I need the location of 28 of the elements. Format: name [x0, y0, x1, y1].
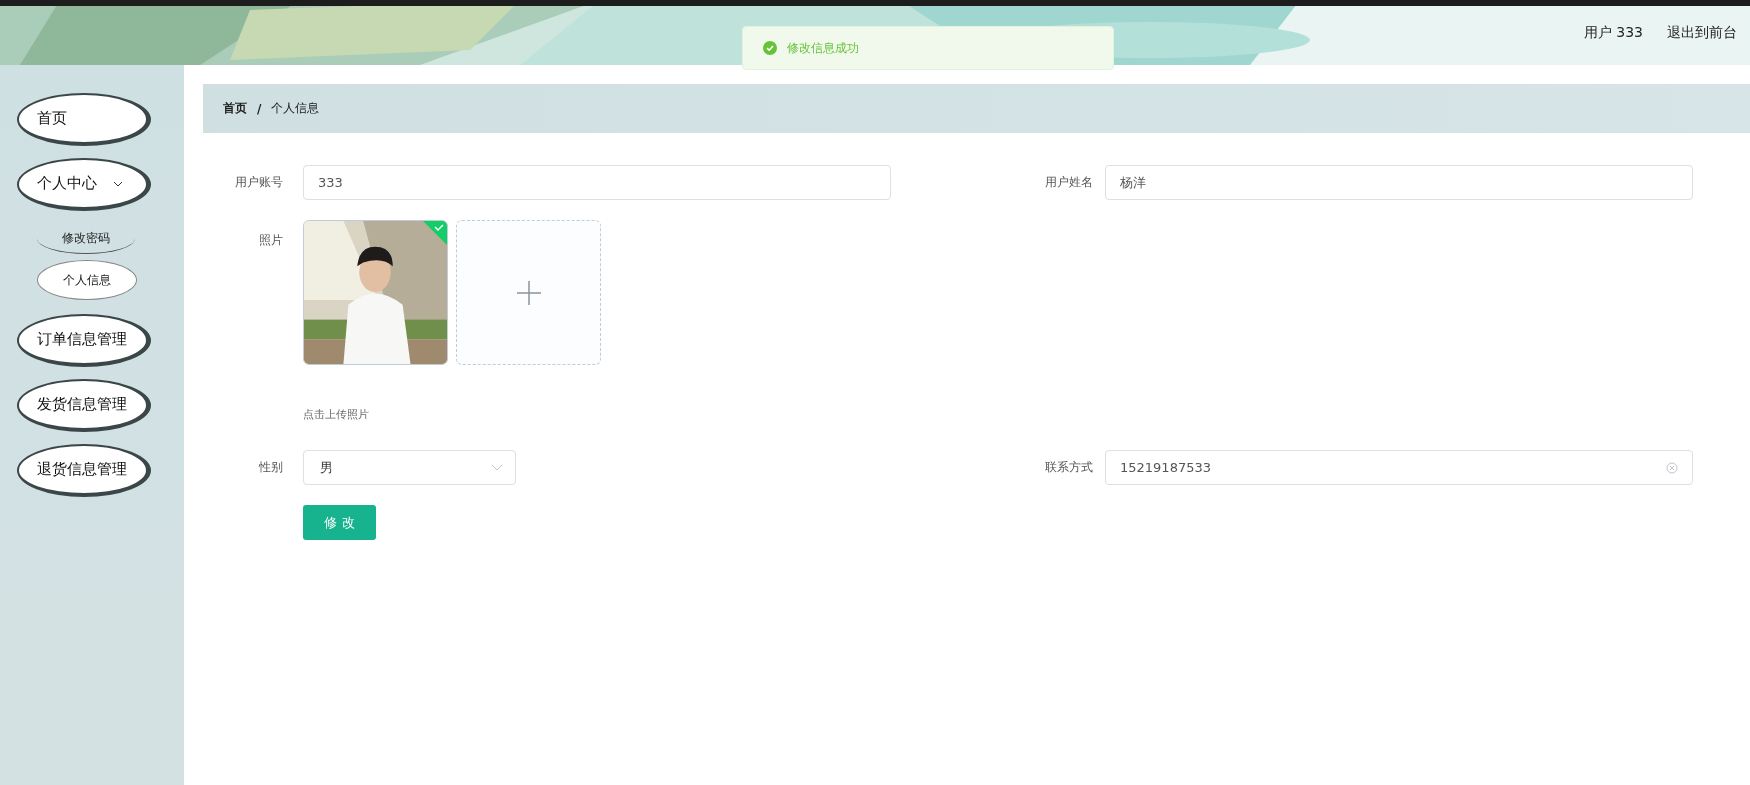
field-label: 联系方式 — [1044, 459, 1094, 476]
submenu-item[interactable]: 修改密码 — [37, 223, 135, 254]
toast-message: 修改信息成功 — [787, 39, 859, 57]
breadcrumb-separator: / — [257, 101, 262, 116]
contact-field[interactable]: 15219187533 — [1105, 450, 1693, 485]
field-label: 用户账号 — [234, 174, 284, 191]
gender-select[interactable]: 男 — [303, 450, 516, 485]
account-field[interactable]: 333 — [303, 165, 891, 200]
submenu-item[interactable]: 个人信息 — [37, 260, 137, 300]
check-circle-icon — [763, 41, 777, 55]
field-label: 照片 — [258, 232, 284, 249]
menu-item[interactable]: 发货信息管理 — [17, 379, 151, 432]
upload-hint: 点击上传照片 — [303, 408, 369, 421]
exit-link[interactable]: 退出到前台 — [1667, 23, 1737, 42]
user-label: 用户 333 — [1583, 23, 1643, 42]
menu-item[interactable]: 退货信息管理 — [17, 444, 151, 497]
plus-icon — [516, 280, 541, 305]
name-field[interactable]: 杨洋 — [1105, 165, 1693, 200]
chevron-down-icon — [491, 464, 503, 471]
field-label: 用户姓名 — [1044, 174, 1094, 191]
clear-icon — [1666, 461, 1678, 474]
menu-item[interactable]: 个人中心 — [17, 158, 151, 211]
menu-item[interactable]: 首页 — [17, 93, 151, 146]
breadcrumb-item: 个人信息 — [271, 100, 320, 117]
upload-box[interactable] — [456, 220, 601, 365]
breadcrumb-item[interactable]: 首页 — [223, 100, 247, 117]
menu-item[interactable]: 订单信息管理 — [17, 314, 151, 367]
field-label: 性别 — [258, 459, 284, 476]
